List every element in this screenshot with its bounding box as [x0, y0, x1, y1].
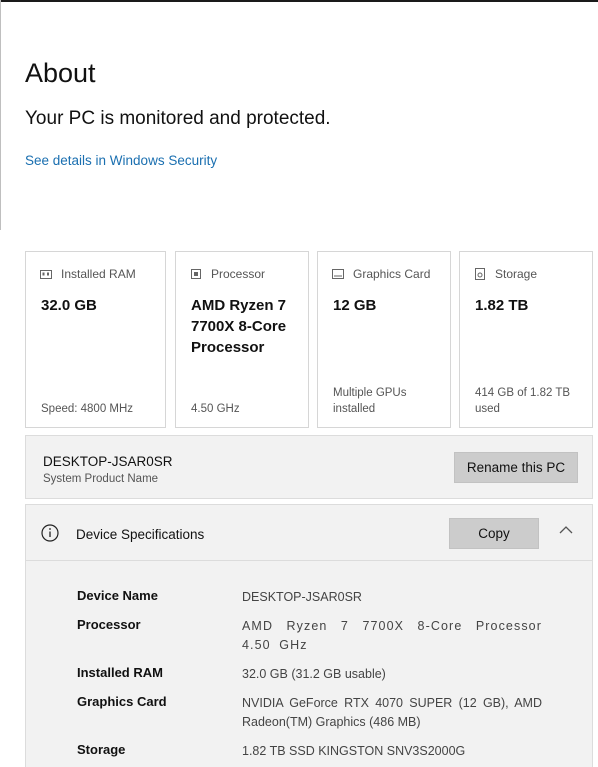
card-label: Processor: [211, 267, 266, 281]
card-processor: Processor AMD Ryzen 7 7700X 8-Core Proce…: [175, 251, 309, 428]
spec-value: 1.82 TB SSD KINGSTON SNV3S2000G: [242, 744, 466, 758]
spec-label: Storage: [77, 742, 126, 757]
card-label: Storage: [495, 267, 538, 281]
spec-value: AMD Ryzen 7 7700X 8-Core Processor 4.50 …: [242, 619, 542, 652]
card-label: Graphics Card: [353, 267, 431, 281]
card-storage: Storage 1.82 TB 414 GB of 1.82 TB used: [459, 251, 593, 428]
rename-pc-button[interactable]: Rename this PC: [454, 452, 578, 483]
page-title: About: [25, 58, 96, 88]
spec-cards: Installed RAM 32.0 GB Speed: 4800 MHz Pr…: [25, 251, 593, 428]
spec-label: Installed RAM: [77, 665, 163, 680]
pc-name-panel: DESKTOP-JSAR0SR System Product Name Rena…: [25, 435, 593, 499]
card-value: 12 GB: [333, 297, 377, 314]
windows-security-link[interactable]: See details in Windows Security: [25, 153, 217, 168]
spec-value: 32.0 GB (31.2 GB usable): [242, 667, 386, 681]
card-value: AMD Ryzen 7 7700X 8-Core Processor: [191, 297, 287, 356]
info-icon: [41, 524, 59, 542]
card-label: Installed RAM: [61, 267, 136, 281]
copy-button[interactable]: Copy: [449, 518, 539, 549]
device-specifications-header[interactable]: Device Specifications Copy: [26, 505, 592, 561]
ram-icon: [40, 269, 52, 279]
device-specifications-panel: Device Specifications Copy Device Name D…: [25, 504, 593, 767]
chevron-up-icon[interactable]: [559, 525, 573, 534]
spec-value: DESKTOP-JSAR0SR: [242, 590, 362, 604]
graphics-card-icon: [332, 269, 344, 279]
processor-icon: [191, 269, 201, 279]
card-detail: Multiple GPUs installed: [333, 387, 407, 415]
card-installed-ram: Installed RAM 32.0 GB Speed: 4800 MHz: [25, 251, 166, 428]
pc-name: DESKTOP-JSAR0SR: [43, 454, 173, 469]
window-top-border: [0, 0, 598, 2]
protection-status: Your PC is monitored and protected.: [25, 108, 331, 129]
card-detail: 414 GB of 1.82 TB used: [475, 387, 571, 415]
card-graphics-card: Graphics Card 12 GB Multiple GPUs instal…: [317, 251, 451, 428]
spec-label: Processor: [77, 617, 141, 632]
spec-label: Graphics Card: [77, 694, 167, 709]
window-left-border: [0, 0, 1, 230]
card-detail: 4.50 GHz: [191, 403, 240, 415]
spec-label: Device Name: [77, 588, 158, 603]
storage-icon: [475, 268, 485, 280]
spec-value: NVIDIA GeForce RTX 4070 SUPER (12 GB), A…: [242, 696, 542, 729]
card-value: 1.82 TB: [475, 297, 529, 314]
pc-product-name: System Product Name: [43, 473, 159, 485]
device-specifications-title: Device Specifications: [76, 527, 205, 542]
card-detail: Speed: 4800 MHz: [41, 403, 134, 415]
card-value: 32.0 GB: [41, 297, 97, 314]
